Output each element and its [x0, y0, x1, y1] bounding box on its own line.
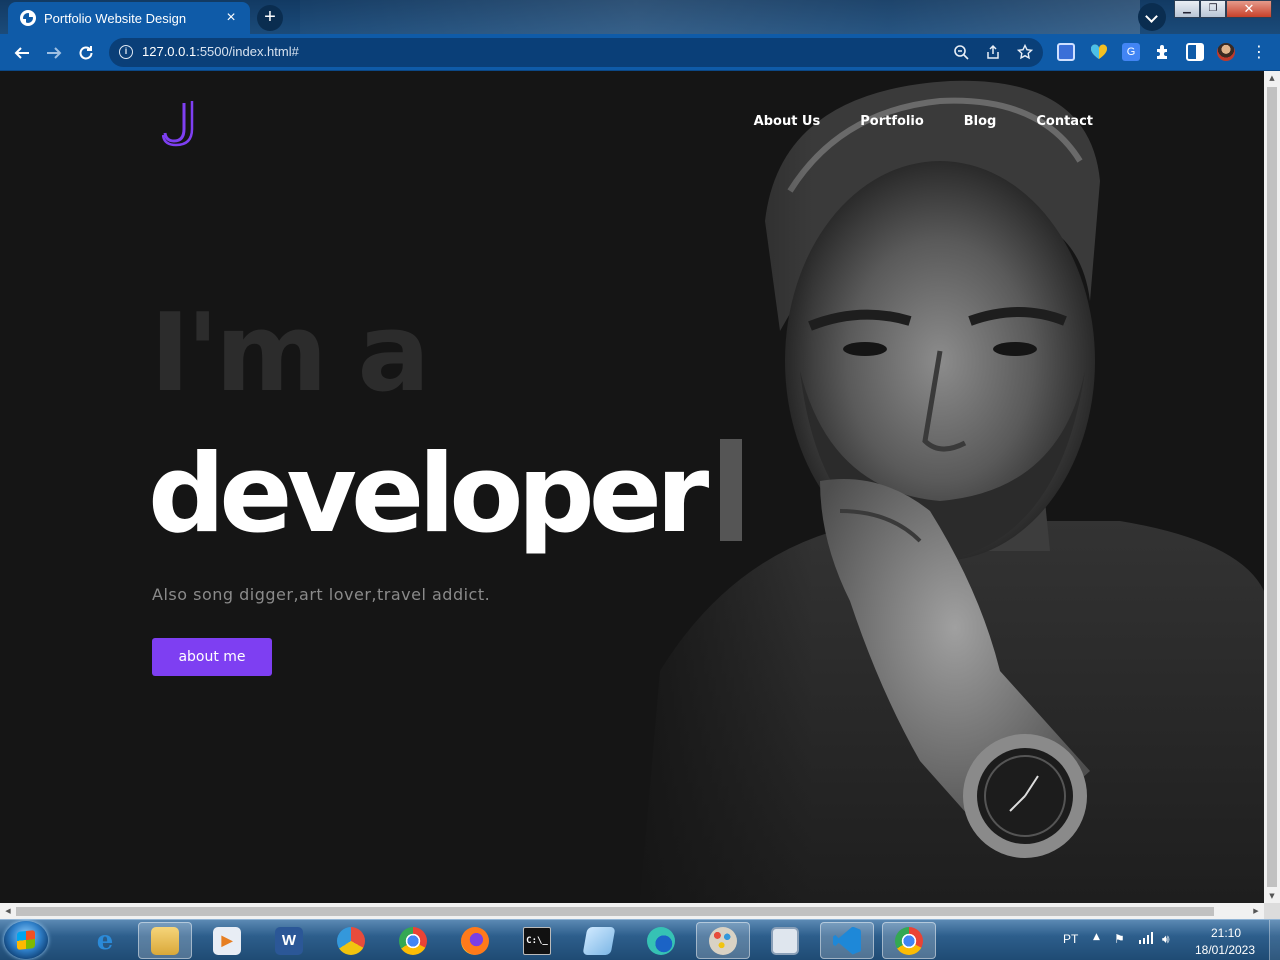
taskbar-vpn[interactable] [324, 922, 378, 959]
horizontal-scrollbar[interactable]: ◀ ▶ [0, 903, 1264, 919]
share-icon[interactable] [984, 44, 1002, 62]
translate-icon[interactable]: G [1122, 43, 1140, 61]
action-center-icon[interactable]: ⚑ [1114, 932, 1125, 946]
url-host: 127.0.0.1 [142, 44, 197, 59]
taskbar-chrome-active[interactable] [882, 922, 936, 959]
word-icon: W [275, 926, 303, 955]
nav-about-us[interactable]: About Us [754, 114, 821, 129]
vertical-scroll-thumb[interactable] [1267, 87, 1277, 887]
volume-icon[interactable]: 🔊︎ [1162, 932, 1170, 947]
bookmark-star-icon[interactable] [1016, 43, 1034, 62]
close-window-button[interactable]: ✕ [1226, 0, 1272, 18]
vpn-icon [337, 926, 365, 955]
browser-toolbar: i 127.0.0.1:5500/index.html# G ⋮ [0, 34, 1280, 71]
zoom-icon[interactable] [952, 44, 970, 62]
about-me-button[interactable]: about me [152, 638, 272, 676]
chrome-icon [399, 926, 427, 955]
clock-time[interactable]: 21:10 [1208, 926, 1244, 940]
side-panel-icon[interactable] [1186, 43, 1204, 61]
browser-tab-active[interactable]: Portfolio Website Design × [8, 2, 250, 34]
taskbar-command-prompt[interactable]: C:\_ [510, 922, 564, 959]
vscode-icon [833, 926, 861, 955]
minimize-button[interactable]: ▁ [1174, 0, 1200, 18]
extensions-puzzle-icon[interactable] [1154, 43, 1172, 61]
back-button[interactable] [10, 41, 34, 65]
scroll-left-arrow-icon[interactable]: ◀ [0, 903, 16, 919]
nav-blog[interactable]: Blog [964, 114, 997, 129]
hero-intro-text: I'm a [150, 291, 430, 416]
notepad-icon [582, 926, 616, 955]
url-path: :5500/index.html# [196, 44, 299, 59]
tab-close-button[interactable]: × [222, 9, 240, 27]
remote-desktop-icon [771, 926, 799, 955]
taskbar-media-player[interactable]: ▶ [200, 922, 254, 959]
hero-tagline: Also song digger,art lover,travel addict… [152, 585, 491, 604]
nav-contact[interactable]: Contact [1036, 114, 1093, 129]
language-indicator[interactable]: PT [1063, 932, 1078, 946]
clock-date[interactable]: 18/01/2023 [1192, 943, 1258, 957]
hero-role-text: developer [148, 432, 709, 557]
browser-titlebar: Portfolio Website Design × + ▁ ❐ ✕ [0, 0, 1280, 34]
page-viewport: About Us Portfolio Blog Contact I'm a de… [0, 71, 1264, 903]
command-prompt-icon: C:\_ [523, 926, 551, 955]
taskbar-file-explorer[interactable] [138, 922, 192, 959]
scroll-right-arrow-icon[interactable]: ▶ [1248, 903, 1264, 919]
taskbar-remote-desktop[interactable] [758, 922, 812, 959]
forward-button[interactable] [42, 41, 66, 65]
tray-expand-icon[interactable]: ▲ [1093, 932, 1100, 942]
network-icon[interactable] [1138, 932, 1154, 947]
internet-explorer-icon: e [96, 925, 114, 956]
scroll-down-arrow-icon[interactable]: ▼ [1264, 889, 1280, 903]
taskbar-chrome[interactable] [386, 922, 440, 959]
url-text: 127.0.0.1:5500/index.html# [142, 44, 299, 59]
window-controls: ▁ ❐ ✕ [1174, 0, 1272, 20]
media-player-icon: ▶ [213, 926, 241, 955]
show-desktop-button[interactable] [1269, 920, 1280, 960]
globe-icon [20, 10, 36, 26]
taskbar-word[interactable]: W [262, 922, 316, 959]
start-button[interactable] [4, 921, 48, 959]
maximize-button[interactable]: ❐ [1200, 0, 1226, 18]
hero-portrait-image [620, 71, 1264, 903]
taskbar-notepad[interactable] [572, 922, 626, 959]
horizontal-scroll-thumb[interactable] [16, 907, 1214, 916]
reload-icon [79, 46, 93, 60]
arrow-right-icon [47, 47, 62, 59]
taskbar-vscode[interactable] [820, 922, 874, 959]
vertical-scrollbar[interactable]: ▲ ▼ [1264, 71, 1280, 903]
scrollbar-corner [1264, 903, 1280, 919]
address-bar[interactable]: i 127.0.0.1:5500/index.html# [109, 38, 1043, 67]
main-nav: About Us Portfolio Blog Contact [754, 114, 1093, 129]
windows-taskbar: e ▶ W C:\_ PT ▲ ⚑ 🔊︎ 21:10 18/01/2023 [0, 919, 1280, 960]
taskbar-edge[interactable] [634, 922, 688, 959]
extension-screen-icon[interactable] [1057, 43, 1075, 61]
taskbar-paint[interactable] [696, 922, 750, 959]
scroll-up-arrow-icon[interactable]: ▲ [1264, 71, 1280, 85]
chrome-active-icon [895, 926, 923, 955]
extension-heart-icon[interactable] [1090, 43, 1108, 61]
taskbar-internet-explorer[interactable]: e [78, 922, 132, 959]
paint-icon [709, 926, 737, 955]
menu-kebab-icon[interactable]: ⋮ [1250, 43, 1268, 61]
file-explorer-icon [151, 926, 179, 955]
tab-search-button[interactable] [1138, 3, 1166, 31]
tab-title: Portfolio Website Design [44, 10, 187, 26]
arrow-left-icon [14, 47, 29, 59]
new-tab-button[interactable]: + [257, 5, 283, 31]
firefox-icon [461, 926, 489, 955]
edge-icon [647, 926, 675, 955]
reload-button[interactable] [74, 41, 98, 65]
typing-cursor [720, 439, 742, 541]
taskbar-firefox[interactable] [448, 922, 502, 959]
profile-avatar[interactable] [1217, 43, 1235, 61]
logo-icon[interactable] [162, 99, 204, 147]
info-icon[interactable]: i [119, 45, 133, 59]
nav-portfolio[interactable]: Portfolio [860, 114, 924, 129]
